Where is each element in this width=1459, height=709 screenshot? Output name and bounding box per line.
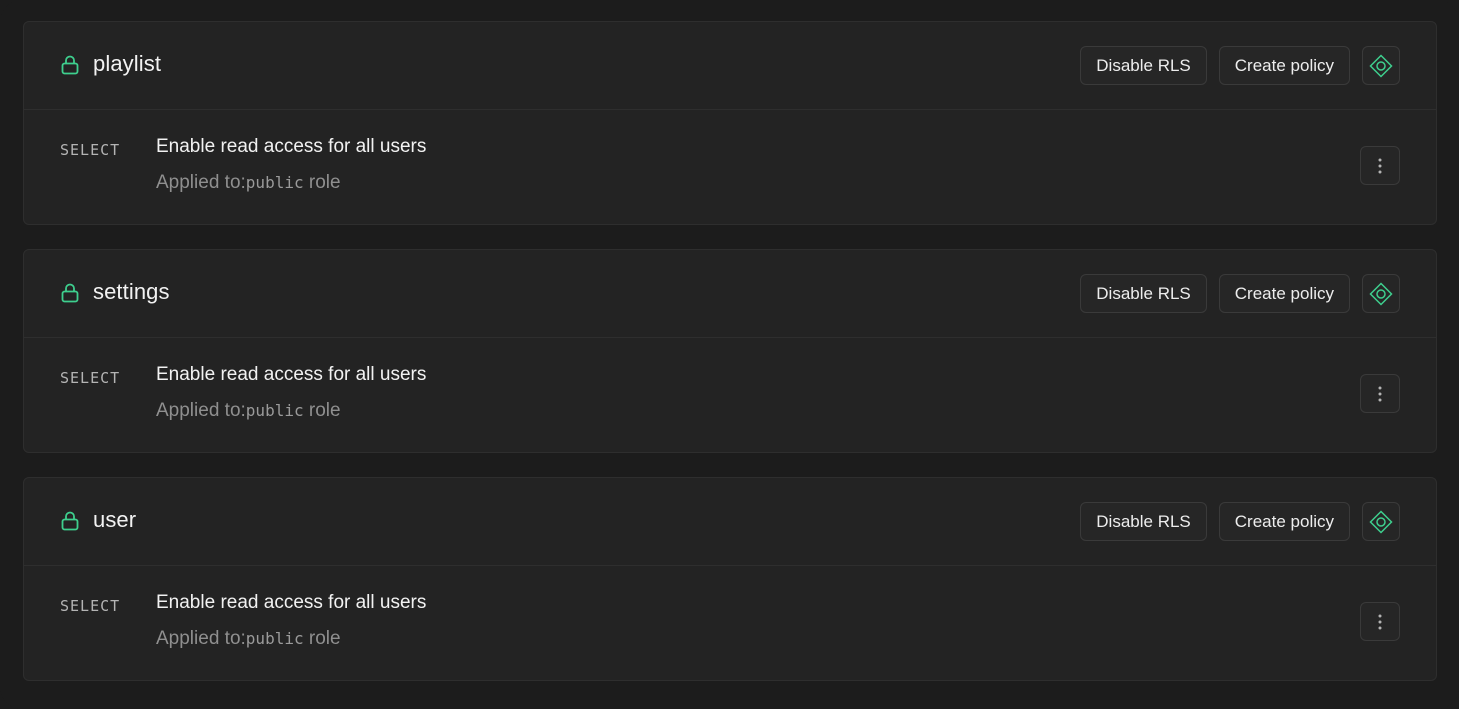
more-vertical-icon bbox=[1378, 386, 1382, 401]
policy-name: Enable read access for all users bbox=[156, 364, 427, 385]
diamond-target-icon bbox=[1369, 509, 1393, 534]
policy-role: public bbox=[245, 629, 304, 648]
policy-role: public bbox=[245, 401, 304, 420]
table-actions: Disable RLS Create policy bbox=[1080, 274, 1400, 313]
policy-command: SELECT bbox=[60, 141, 121, 159]
lock-icon bbox=[61, 511, 79, 531]
policy-applied-to: Applied to: public role bbox=[156, 628, 341, 650]
policy-applied-to: Applied to: public role bbox=[156, 172, 341, 194]
applied-prefix: Applied to: bbox=[156, 628, 246, 649]
table-name: user bbox=[93, 507, 137, 532]
open-table-button[interactable] bbox=[1362, 274, 1400, 313]
role-suffix: role bbox=[303, 400, 341, 421]
policy-applied-to: Applied to: public role bbox=[156, 400, 341, 422]
policy-menu-button[interactable] bbox=[1360, 602, 1400, 641]
policy-menu-button[interactable] bbox=[1360, 374, 1400, 413]
policies-page: playlist Disable RLS Create policy SELEC… bbox=[0, 0, 1459, 709]
disable-rls-button[interactable]: Disable RLS bbox=[1080, 502, 1207, 541]
create-policy-button[interactable]: Create policy bbox=[1218, 274, 1350, 313]
create-policy-button[interactable]: Create policy bbox=[1218, 46, 1350, 85]
table-card-header: playlist Disable RLS Create policy bbox=[24, 22, 1436, 110]
table-card-user: user Disable RLS Create policy SELECT En… bbox=[23, 477, 1437, 681]
table-name: settings bbox=[93, 279, 170, 304]
role-suffix: role bbox=[303, 172, 341, 193]
policy-row: SELECT Enable read access for all users … bbox=[24, 338, 1436, 452]
policy-name: Enable read access for all users bbox=[156, 592, 427, 613]
more-vertical-icon bbox=[1378, 614, 1382, 629]
policy-command: SELECT bbox=[60, 597, 121, 615]
more-vertical-icon bbox=[1378, 158, 1382, 173]
table-name: playlist bbox=[93, 51, 162, 76]
lock-icon bbox=[61, 283, 79, 303]
open-table-button[interactable] bbox=[1362, 46, 1400, 85]
disable-rls-button[interactable]: Disable RLS bbox=[1080, 274, 1207, 313]
applied-prefix: Applied to: bbox=[156, 172, 246, 193]
diamond-target-icon bbox=[1369, 53, 1393, 78]
policy-menu-button[interactable] bbox=[1360, 146, 1400, 185]
policy-command: SELECT bbox=[60, 369, 121, 387]
lock-icon bbox=[61, 55, 79, 75]
table-card-settings: settings Disable RLS Create policy SELEC… bbox=[23, 249, 1437, 453]
disable-rls-button[interactable]: Disable RLS bbox=[1080, 46, 1207, 85]
table-card-header: settings Disable RLS Create policy bbox=[24, 250, 1436, 338]
diamond-target-icon bbox=[1369, 281, 1393, 306]
open-table-button[interactable] bbox=[1362, 502, 1400, 541]
policy-row: SELECT Enable read access for all users … bbox=[24, 110, 1436, 224]
create-policy-button[interactable]: Create policy bbox=[1218, 502, 1350, 541]
table-actions: Disable RLS Create policy bbox=[1080, 46, 1400, 85]
table-card-playlist: playlist Disable RLS Create policy SELEC… bbox=[23, 21, 1437, 225]
table-card-header: user Disable RLS Create policy bbox=[24, 478, 1436, 566]
role-suffix: role bbox=[303, 628, 341, 649]
table-actions: Disable RLS Create policy bbox=[1080, 502, 1400, 541]
policy-name: Enable read access for all users bbox=[156, 136, 427, 157]
policy-role: public bbox=[245, 173, 304, 192]
applied-prefix: Applied to: bbox=[156, 400, 246, 421]
policy-row: SELECT Enable read access for all users … bbox=[24, 566, 1436, 680]
